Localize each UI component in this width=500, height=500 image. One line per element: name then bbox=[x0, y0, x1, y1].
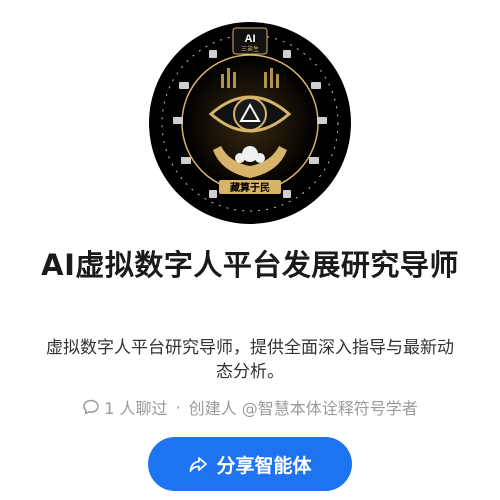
badge-text: AI bbox=[245, 33, 256, 45]
agent-logo: AI 三弟生 藏算于民 bbox=[149, 22, 351, 224]
share-label: 分享智能体 bbox=[216, 455, 312, 477]
chat-bubble-icon bbox=[82, 398, 100, 416]
meta-separator: · bbox=[175, 397, 181, 417]
agent-description: 虚拟数字人平台研究导师，提供全面深入指导与最新动态分析。 bbox=[46, 338, 454, 382]
banner-text: 藏算于民 bbox=[230, 181, 270, 194]
creator-info[interactable]: 创建人 @智慧本体诠释符号学者 bbox=[189, 395, 418, 419]
share-icon bbox=[188, 454, 208, 474]
agent-title: AI虚拟数字人平台发展研究导师 bbox=[41, 248, 459, 282]
chat-count: 1 人聊过 bbox=[104, 399, 168, 418]
badge-subtext: 三弟生 bbox=[241, 45, 259, 53]
agent-meta: 1 人聊过 · 创建人 @智慧本体诠释符号学者 bbox=[20, 395, 480, 419]
share-agent-button[interactable]: 分享智能体 bbox=[148, 437, 352, 491]
